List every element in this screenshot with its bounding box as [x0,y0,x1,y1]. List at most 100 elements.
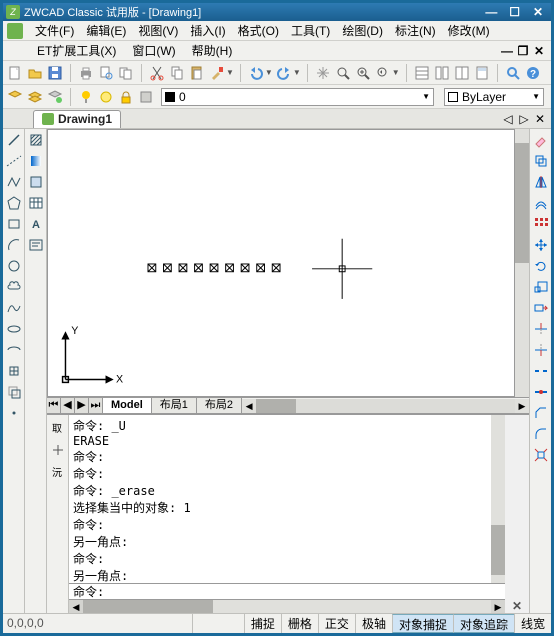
status-polar-button[interactable]: 极轴 [355,614,392,633]
find-icon[interactable] [504,64,522,82]
close-button[interactable]: ✕ [528,5,548,19]
construction-line-icon[interactable] [5,152,23,170]
tab-next-button[interactable]: ▶ [75,398,89,413]
trim-icon[interactable] [532,320,550,338]
mirror-icon[interactable] [532,173,550,191]
mdi-close-button[interactable]: ✕ [531,44,547,58]
canvas-horizontal-scrollbar[interactable]: ◀ ▶ [242,399,529,413]
zoom-realtime-icon[interactable] [334,64,352,82]
rotate-icon[interactable] [532,257,550,275]
layer-manager-icon[interactable] [6,88,24,106]
paste-icon[interactable] [188,64,206,82]
offset-icon[interactable] [532,194,550,212]
layer-freeze-icon[interactable] [97,88,115,106]
status-ortho-button[interactable]: 正交 [318,614,355,633]
doc-next-button[interactable]: ▷ [517,112,531,126]
status-snap-button[interactable]: 捕捉 [244,614,281,633]
layer-lock-icon[interactable] [117,88,135,106]
ellipse-arc-icon[interactable] [5,341,23,359]
layer-select[interactable]: 0 ▼ [161,88,434,106]
canvas-vertical-scrollbar[interactable] [515,129,529,397]
gradient-icon[interactable] [27,152,45,170]
move-icon[interactable] [532,236,550,254]
scroll-right-arrow-icon[interactable]: ▶ [515,399,529,413]
document-tab-active[interactable]: Drawing1 [33,110,121,128]
menu-view[interactable]: 视图(V) [132,20,184,41]
cmd-scroll-right-icon[interactable]: ▶ [491,600,505,613]
command-input[interactable]: 命令: [69,583,505,599]
region-icon[interactable] [27,173,45,191]
menu-tools[interactable]: 工具(T) [285,20,336,41]
scroll-left-arrow-icon[interactable]: ◀ [242,399,256,413]
calculator-icon[interactable] [473,64,491,82]
print-preview-icon[interactable] [97,64,115,82]
undo-dropdown-arrow-icon[interactable]: ▼ [265,68,273,77]
polygon-icon[interactable] [5,194,23,212]
menu-modify[interactable]: 修改(M) [442,20,496,41]
menu-window[interactable]: 窗口(W) [124,40,183,61]
layer-states-icon[interactable] [46,88,64,106]
cmd-vertical-scrollbar[interactable] [491,415,505,583]
print-icon[interactable] [77,64,95,82]
doc-close-button[interactable]: ✕ [533,112,547,126]
layer-previous-icon[interactable] [26,88,44,106]
break-icon[interactable] [532,362,550,380]
cmd-horizontal-scrollbar[interactable]: ◀ ▶ [69,599,505,613]
doc-prev-button[interactable]: ◁ [501,112,515,126]
status-otrack-button[interactable]: 对象追踪 [453,614,514,633]
copy-obj-icon[interactable] [532,152,550,170]
spline-icon[interactable] [5,299,23,317]
redo-dropdown-arrow-icon[interactable]: ▼ [293,68,301,77]
undo-icon[interactable] [247,64,265,82]
join-icon[interactable] [532,383,550,401]
match-properties-icon[interactable] [208,64,226,82]
stretch-icon[interactable] [532,299,550,317]
line-icon[interactable] [5,131,23,149]
mdi-restore-button[interactable]: ❐ [515,44,531,58]
cmd-icon-3[interactable]: 沅 [49,463,67,481]
menu-format[interactable]: 格式(O) [232,20,285,41]
redo-icon[interactable] [275,64,293,82]
cut-icon[interactable] [148,64,166,82]
status-lweight-button[interactable]: 线宽 [514,614,551,633]
mdi-minimize-button[interactable]: — [499,44,515,58]
drawing-canvas[interactable]: Y X [47,129,515,397]
point-icon[interactable] [5,404,23,422]
scale-icon[interactable] [532,278,550,296]
cmd-panel-close-button[interactable]: ✕ [505,415,529,613]
tab-layout1[interactable]: 布局1 [152,398,197,413]
status-osnap-button[interactable]: 对象捕捉 [392,614,453,633]
maximize-button[interactable]: ☐ [505,5,525,19]
tab-prev-button[interactable]: ◀ [61,398,75,413]
save-icon[interactable] [46,64,64,82]
color-select[interactable]: ByLayer ▼ [444,88,544,106]
fillet-icon[interactable] [532,425,550,443]
table-icon[interactable] [27,194,45,212]
status-grid-button[interactable]: 栅格 [281,614,318,633]
circle-icon[interactable] [5,257,23,275]
array-icon[interactable] [532,215,550,233]
pan-icon[interactable] [314,64,332,82]
design-center-icon[interactable] [433,64,451,82]
explode-icon[interactable] [532,446,550,464]
tab-first-button[interactable]: ⏮ [47,398,61,413]
tab-last-button[interactable]: ⏭ [89,398,103,413]
new-file-icon[interactable] [6,64,24,82]
copy-icon[interactable] [168,64,186,82]
tab-model[interactable]: Model [103,398,152,413]
menu-et[interactable]: ET扩展工具(X) [29,40,124,61]
revision-cloud-icon[interactable] [5,278,23,296]
ellipse-icon[interactable] [5,320,23,338]
text-icon[interactable]: A [27,215,45,233]
zoom-window-icon[interactable] [354,64,372,82]
menu-edit[interactable]: 编辑(E) [80,20,132,41]
layer-on-icon[interactable] [77,88,95,106]
properties-icon[interactable] [413,64,431,82]
doc-menu-icon[interactable] [7,23,23,39]
menu-file[interactable]: 文件(F) [29,20,80,41]
polyline-icon[interactable] [5,173,23,191]
tool-palettes-icon[interactable] [453,64,471,82]
publish-icon[interactable] [117,64,135,82]
help-icon[interactable]: ? [524,64,542,82]
menu-annotate[interactable]: 标注(N) [389,20,442,41]
